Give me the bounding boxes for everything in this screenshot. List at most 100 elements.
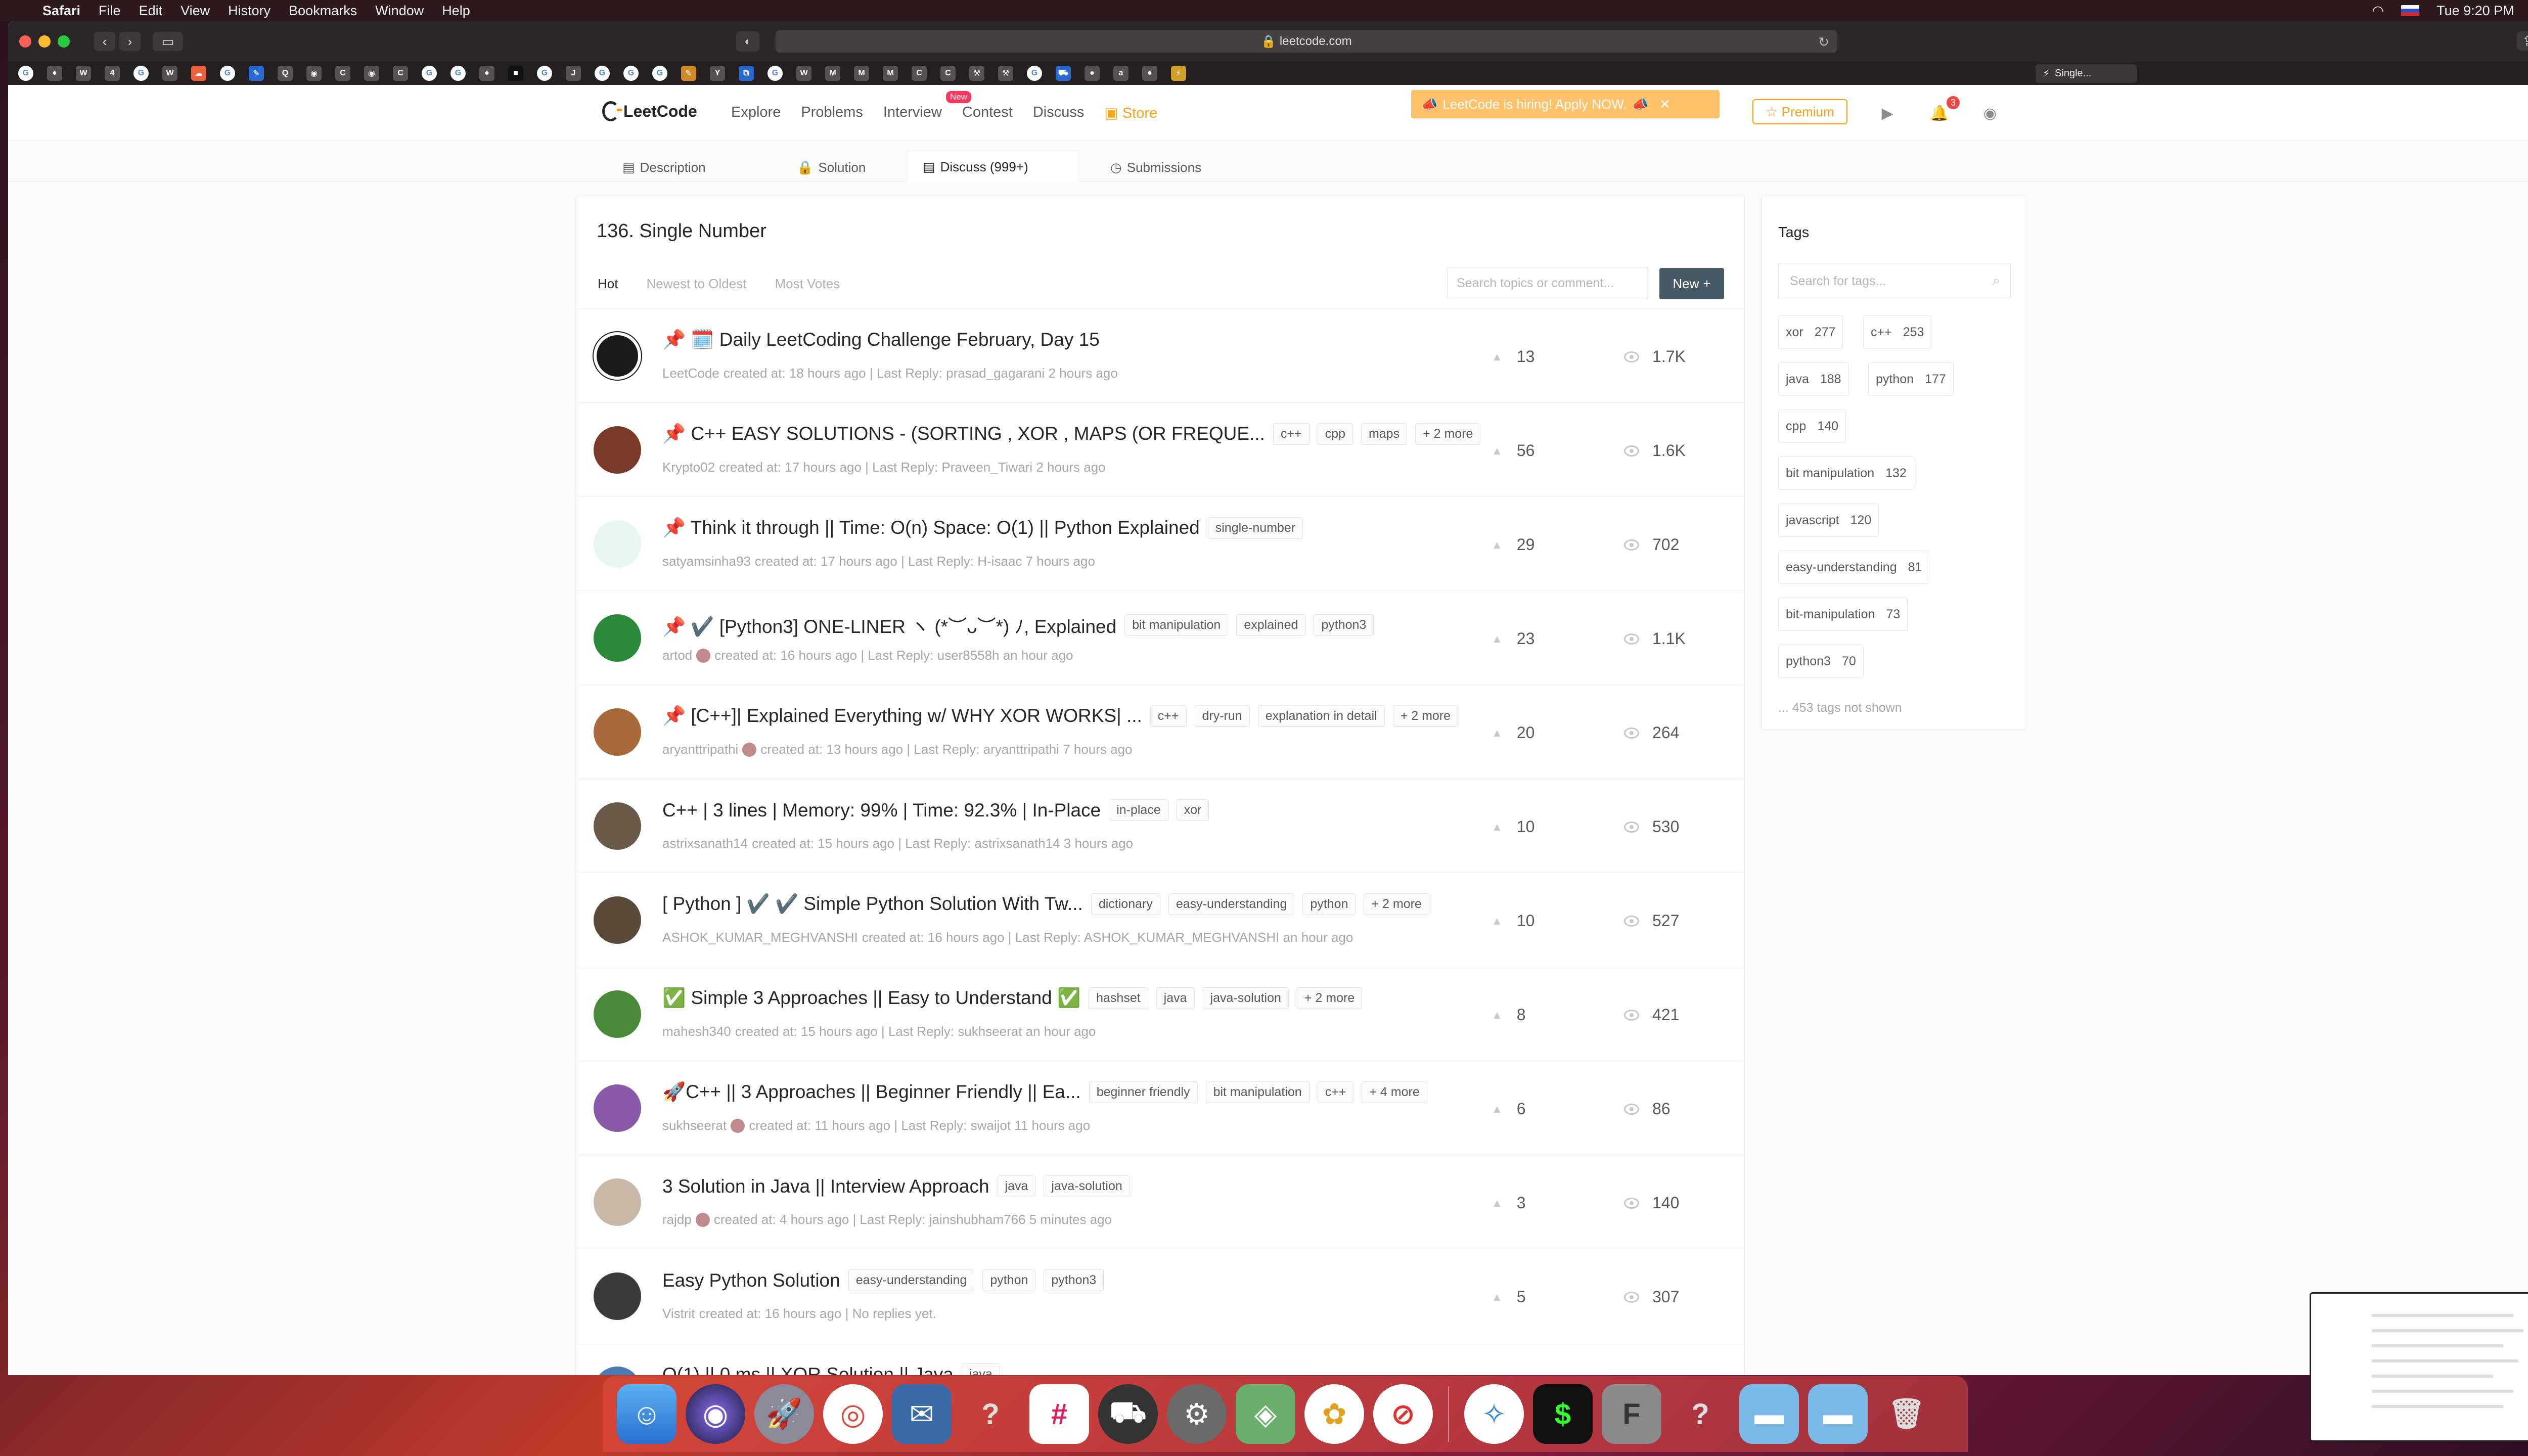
favorite-leetcode-icon[interactable]: ⚡ <box>1171 66 1186 81</box>
tab-discuss[interactable]: ▤ Discuss (999+) <box>907 151 1079 183</box>
favorite-tool-icon[interactable]: ⚒ <box>969 66 984 81</box>
topic-row[interactable]: 📌 C++ EASY SOLUTIONS - (SORTING , XOR , … <box>577 402 1745 496</box>
favorite-site-icon[interactable]: C <box>912 66 927 81</box>
favorite-github-icon[interactable]: ◉ <box>306 66 322 81</box>
topic-title[interactable]: 📌 🗓️ Daily LeetCoding Challenge February… <box>662 329 1100 351</box>
favorite-google-icon[interactable]: G <box>18 66 33 81</box>
favorite-site-icon[interactable]: J <box>566 66 581 81</box>
filter-hot[interactable]: Hot <box>598 276 618 292</box>
favorite-site-icon[interactable]: ■ <box>508 66 523 81</box>
launchpad-icon[interactable]: 🚀 <box>754 1384 814 1444</box>
forward-button[interactable]: › <box>119 32 141 51</box>
tag-chip[interactable]: bit manipulation 132 <box>1778 457 1914 490</box>
font-book-icon[interactable]: F <box>1602 1384 1661 1444</box>
topic-tag[interactable]: single-number <box>1207 517 1303 539</box>
topic-author[interactable]: sukhseerat <box>662 1118 727 1133</box>
avatar[interactable] <box>594 1272 641 1320</box>
reload-icon[interactable]: ↻ <box>1818 34 1829 50</box>
nav-store[interactable]: ▣ Store <box>1104 104 1157 122</box>
topic-tag[interactable]: explained <box>1236 614 1306 636</box>
avatar[interactable] <box>594 1084 641 1132</box>
topic-tag[interactable]: c++ <box>1273 423 1310 445</box>
favorite-wikipedia-icon[interactable]: W <box>162 66 177 81</box>
tab-solution[interactable]: 🔒 Solution <box>782 153 881 182</box>
avatar[interactable] <box>594 1367 641 1375</box>
active-tab[interactable]: ⚡ Single... <box>2036 64 2137 83</box>
maps-icon[interactable]: ◈ <box>1236 1384 1295 1444</box>
window-thumbnail-preview[interactable] <box>2310 1292 2528 1442</box>
tag-chip[interactable]: bit-manipulation 73 <box>1778 598 1908 631</box>
favorite-site-icon[interactable]: ⧉ <box>739 66 754 81</box>
favorite-site-icon[interactable]: ● <box>1085 66 1100 81</box>
tag-search-input[interactable]: Search for tags... ⌕ <box>1778 263 2011 299</box>
topic-author[interactable]: mahesh340 <box>662 1024 731 1039</box>
tag-chip[interactable]: cpp 140 <box>1778 410 1846 443</box>
tag-chip[interactable]: easy-understanding 81 <box>1778 551 1930 584</box>
topic-author[interactable]: LeetCode <box>662 366 719 381</box>
favorite-google-icon[interactable]: G <box>623 66 639 81</box>
favorite-google-icon[interactable]: G <box>422 66 437 81</box>
favorite-google-icon[interactable]: G <box>220 66 235 81</box>
topic-row[interactable]: O(1) || 0 ms || XOR Solution || Java jav… <box>577 1343 1745 1375</box>
user-avatar-icon[interactable]: ◉ <box>1980 104 2000 122</box>
favorite-site-icon[interactable]: ✎ <box>249 66 264 81</box>
topic-tag[interactable]: xor <box>1176 799 1209 821</box>
topic-title[interactable]: C++ | 3 lines | Memory: 99% | Time: 92.3… <box>662 800 1101 821</box>
topic-row[interactable]: 📌 ✔️ [Python3] ONE-LINER ヽ (*︶ᴗ︶*) ﾉ, Ex… <box>577 590 1745 685</box>
avatar[interactable] <box>594 802 641 850</box>
topic-row[interactable]: C++ | 3 lines | Memory: 99% | Time: 92.3… <box>577 779 1745 873</box>
topic-tag[interactable]: python <box>982 1269 1036 1291</box>
topic-row[interactable]: 📌 🗓️ Daily LeetCoding Challenge February… <box>577 308 1745 402</box>
tag-chip[interactable]: python3 70 <box>1778 645 1864 678</box>
playground-icon[interactable]: ▶ <box>1877 104 1898 122</box>
topic-author[interactable]: artod <box>662 648 692 663</box>
nav-problems[interactable]: Problems <box>801 104 863 122</box>
share-icon[interactable]: ⇪ <box>2517 31 2528 51</box>
topic-author[interactable]: ASHOK_KUMAR_MEGHVANSHI <box>662 930 858 945</box>
favorite-site-icon[interactable]: ● <box>1142 66 1157 81</box>
minimize-window-button[interactable] <box>38 35 51 48</box>
favorite-site-icon[interactable]: C <box>393 66 408 81</box>
chrome-icon[interactable]: ◎ <box>823 1384 883 1444</box>
topic-tag[interactable]: maps <box>1361 423 1408 445</box>
topic-tag[interactable]: java-solution <box>1044 1175 1130 1197</box>
trash-icon[interactable]: 🗑 <box>1877 1384 1936 1444</box>
topic-title[interactable]: 📌 [C++]| Explained Everything w/ WHY XOR… <box>662 705 1142 727</box>
favorite-site-icon[interactable]: M <box>883 66 898 81</box>
favorite-site-icon[interactable]: C <box>940 66 956 81</box>
topic-title[interactable]: 📌 ✔️ [Python3] ONE-LINER ヽ (*︶ᴗ︶*) ﾉ, Ex… <box>662 611 1116 639</box>
favorite-soundcloud-icon[interactable]: ☁ <box>191 66 206 81</box>
favorite-tool-icon[interactable]: ⚒ <box>998 66 1013 81</box>
zoom-window-button[interactable] <box>58 35 70 48</box>
topic-tag[interactable]: python <box>1302 893 1356 915</box>
favorite-site-icon[interactable]: ⛟ <box>1056 66 1071 81</box>
menu-clock[interactable]: Tue 9:20 PM <box>2436 3 2514 19</box>
menu-edit[interactable]: Edit <box>139 3 163 19</box>
safari-icon[interactable]: ✧ <box>1464 1384 1524 1444</box>
topic-tag[interactable]: beginner friendly <box>1089 1081 1198 1103</box>
topic-row[interactable]: Easy Python Solution easy-understanding … <box>577 1249 1745 1343</box>
topic-tag[interactable]: c++ <box>1150 705 1187 727</box>
privacy-shield-icon[interactable]: ◐ <box>736 31 759 52</box>
topic-tag-more[interactable]: + 2 more <box>1392 705 1459 727</box>
favorite-site-icon[interactable]: 4 <box>105 66 120 81</box>
favorite-google-icon[interactable]: G <box>1027 66 1042 81</box>
archive-app-icon[interactable]: ⛟ <box>1098 1384 1158 1444</box>
topic-tag[interactable]: bit manipulation <box>1124 614 1229 636</box>
wifi-icon[interactable]: ◠ <box>2372 3 2384 19</box>
favorite-github-icon[interactable]: ◉ <box>364 66 379 81</box>
topic-author[interactable]: Vistrit <box>662 1306 695 1322</box>
sidebar-toggle-icon[interactable]: ▭ <box>153 32 183 51</box>
topic-tag-more[interactable]: + 2 more <box>1364 893 1429 915</box>
close-icon[interactable]: ✕ <box>1659 97 1671 112</box>
menu-window[interactable]: Window <box>375 3 424 19</box>
tab-submissions[interactable]: ◷ Submissions <box>1095 153 1216 182</box>
favorite-site-icon[interactable]: ● <box>479 66 494 81</box>
avatar[interactable] <box>594 1178 641 1226</box>
topic-author[interactable]: satyamsinha93 <box>662 554 751 569</box>
favorite-google-icon[interactable]: G <box>768 66 783 81</box>
topic-title[interactable]: O(1) || 0 ms || XOR Solution || Java <box>662 1364 954 1376</box>
topic-author[interactable]: astrixsanath14 <box>662 836 748 851</box>
favorite-site-icon[interactable]: M <box>825 66 840 81</box>
menu-history[interactable]: History <box>228 3 270 19</box>
